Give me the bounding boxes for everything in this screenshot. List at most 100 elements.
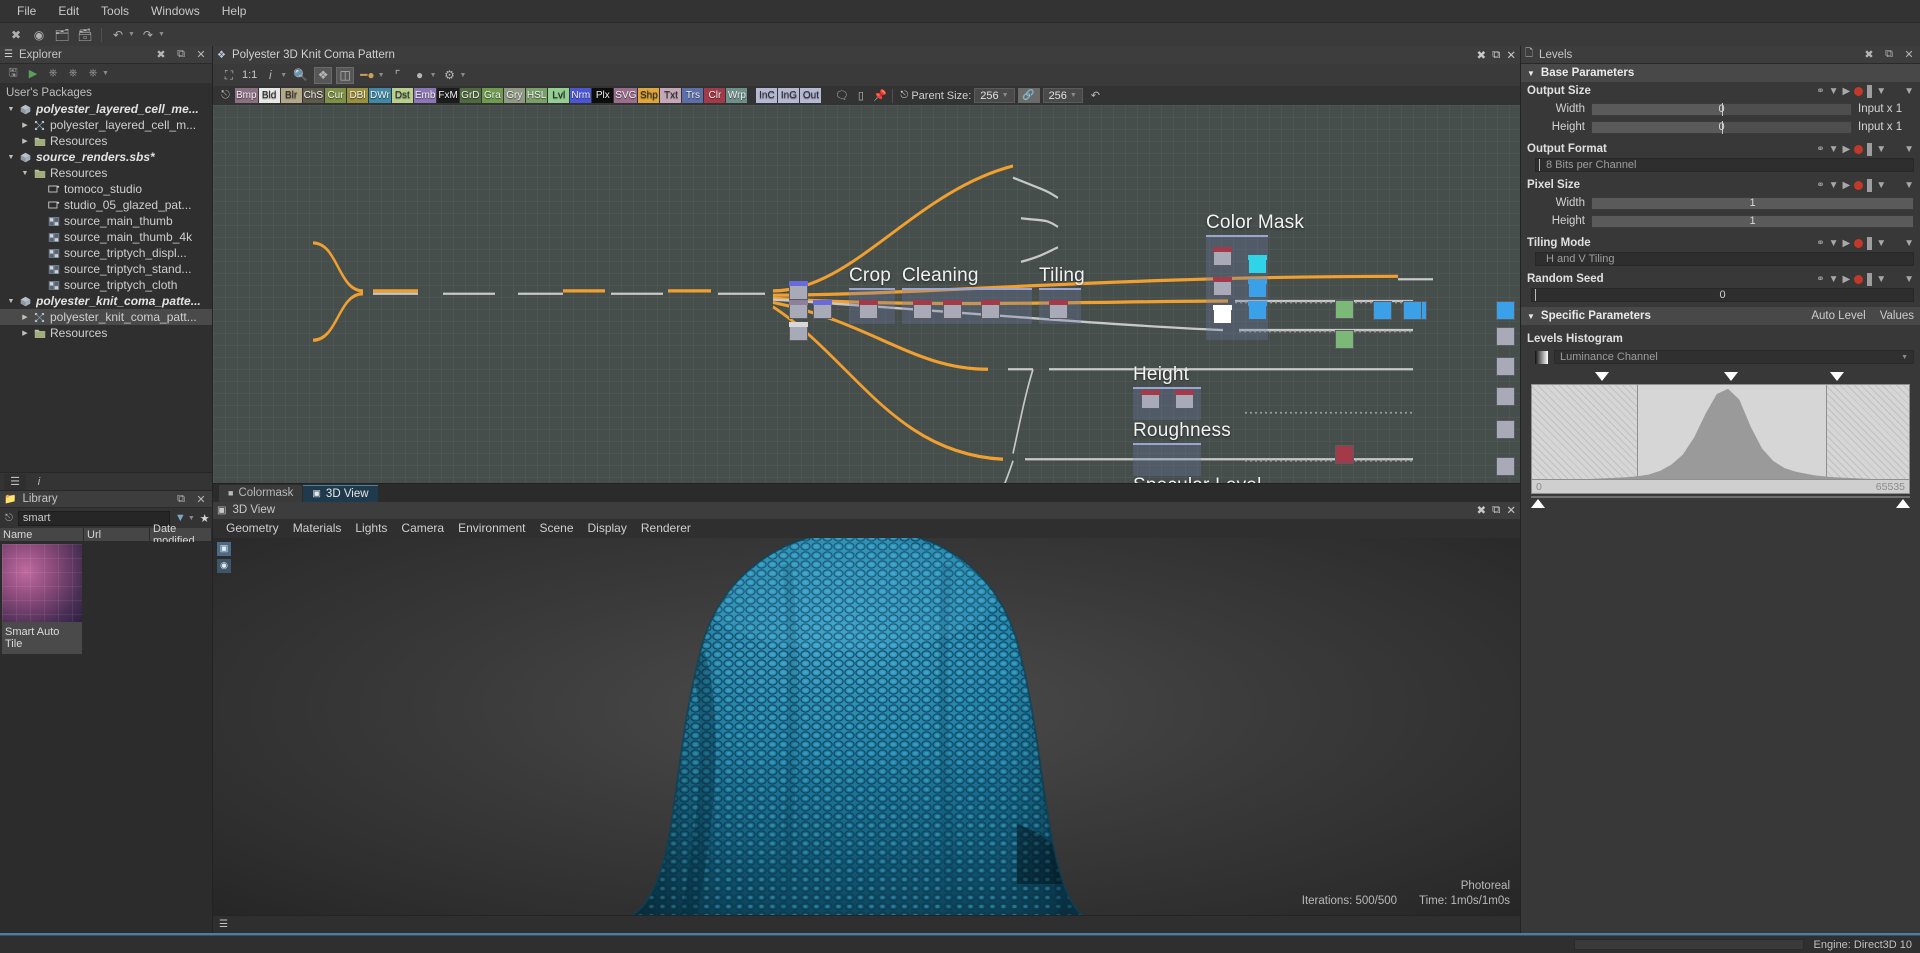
zoom-ratio-label[interactable]: 1:1: [242, 69, 257, 81]
tree-item-bitmap[interactable]: source_triptych_stand...: [0, 261, 212, 277]
tree-icon[interactable]: ☰: [219, 919, 228, 930]
chain-link-icon[interactable]: 🔗: [1018, 88, 1040, 103]
palette-node-chs[interactable]: ChS: [303, 88, 324, 103]
status-dot-icon[interactable]: [1854, 275, 1863, 284]
graph-node[interactable]: [1496, 387, 1515, 406]
palette-node-gry[interactable]: Gry: [504, 88, 525, 103]
values-button[interactable]: Values: [1880, 310, 1914, 322]
tab-info-icon[interactable]: i: [28, 474, 50, 490]
palette-node-nrm[interactable]: Nrm: [570, 88, 591, 103]
palette-node-grd[interactable]: GrD: [460, 88, 481, 103]
section-specific-parameters[interactable]: ▼ Specific Parameters Auto Level Values: [1521, 307, 1920, 325]
palette-node-blr[interactable]: Blr: [281, 88, 302, 103]
tab-colormask[interactable]: ■ Colormask: [219, 485, 302, 502]
menu-environment[interactable]: Environment: [451, 519, 532, 537]
chevron-down-icon[interactable]: ▼: [1904, 86, 1914, 97]
graph-node[interactable]: [1141, 390, 1160, 409]
output-black-marker[interactable]: [1531, 499, 1545, 508]
chevron-down-icon[interactable]: ▼: [1829, 274, 1839, 285]
palette-node-wrp[interactable]: Wrp: [726, 88, 747, 103]
bomb-caret-icon[interactable]: ▼: [430, 72, 437, 79]
pin-icon[interactable]: ✖: [1477, 48, 1487, 62]
undo-dropdown-caret-icon[interactable]: ▼: [128, 31, 135, 38]
graph-node[interactable]: [1496, 420, 1515, 439]
column-header-date[interactable]: Date modified: [150, 528, 212, 541]
chevron-down-icon[interactable]: ▼: [1904, 274, 1914, 285]
camera-icon[interactable]: ▣: [217, 542, 231, 556]
column-header-name[interactable]: Name: [0, 528, 84, 541]
graph-node[interactable]: [943, 300, 962, 319]
chevron-down-icon[interactable]: ▼: [1876, 238, 1886, 249]
menu-camera[interactable]: Camera: [394, 519, 451, 537]
properties-scroll[interactable]: ▼ Base Parameters Output Size ⚭ ▼ ▶ ▼ ▼: [1521, 64, 1920, 933]
play-icon[interactable]: ▶: [1842, 274, 1850, 285]
menu-tools[interactable]: Tools: [90, 1, 140, 21]
chevron-right-icon[interactable]: ▶: [18, 121, 32, 129]
palette-node-out[interactable]: Out: [800, 88, 821, 103]
menu-renderer[interactable]: Renderer: [634, 519, 698, 537]
palette-node-inc[interactable]: InC: [756, 88, 777, 103]
graph-node[interactable]: [1213, 277, 1232, 296]
tree-item-graph[interactable]: ▶polyester_knit_coma_patt...: [0, 309, 212, 325]
float-icon[interactable]: ⧉: [1882, 48, 1896, 62]
palette-node-hsl[interactable]: HSL: [526, 88, 547, 103]
menu-materials[interactable]: Materials: [286, 519, 349, 537]
tree-item-bitmap[interactable]: source_main_thumb: [0, 213, 212, 229]
graph-node[interactable]: [1248, 255, 1267, 274]
menu-scene[interactable]: Scene: [532, 519, 580, 537]
graph-node[interactable]: [1248, 279, 1267, 298]
tree-item-package[interactable]: ▼polyester_layered_cell_me...: [0, 101, 212, 117]
palette-node-plx[interactable]: Plx: [592, 88, 613, 103]
palette-expand-icon[interactable]: ⎋: [216, 88, 235, 103]
globe-icon[interactable]: ◉: [29, 26, 49, 44]
explorer-more-caret-icon[interactable]: ▼: [102, 70, 109, 77]
function-icon[interactable]: ⚭: [1816, 86, 1824, 97]
fit-icon[interactable]: ⛶: [220, 67, 238, 84]
parent-size-height-select[interactable]: 256 ▼: [1043, 88, 1083, 103]
gear-caret-icon[interactable]: ▼: [460, 72, 467, 79]
connector-icon[interactable]: ━●: [358, 67, 376, 84]
play-icon[interactable]: ▶: [1842, 180, 1850, 191]
chevron-down-icon[interactable]: ▼: [1829, 144, 1839, 155]
graph-node[interactable]: [1403, 301, 1422, 320]
output-white-marker[interactable]: [1896, 499, 1910, 508]
close-icon[interactable]: ✕: [1902, 48, 1916, 62]
palette-node-dbl[interactable]: DBl: [347, 88, 368, 103]
graph-node[interactable]: [1496, 457, 1515, 476]
menu-edit[interactable]: Edit: [47, 1, 90, 21]
tree-item-package[interactable]: ▼source_renders.sbs*: [0, 149, 212, 165]
tab-3d-view[interactable]: ▣ 3D View: [303, 485, 377, 502]
graph-node[interactable]: [789, 322, 808, 341]
graph-node[interactable]: [1248, 301, 1267, 320]
graph-node[interactable]: [1496, 327, 1515, 346]
link2-icon[interactable]: ⎈: [65, 66, 81, 81]
float-icon[interactable]: ⧉: [1492, 504, 1500, 517]
menu-file[interactable]: File: [6, 1, 47, 21]
levels-histogram-widget[interactable]: 0 65535: [1531, 372, 1910, 508]
graph-node[interactable]: [813, 300, 832, 319]
close-icon[interactable]: ✕: [1506, 48, 1516, 62]
pixel-height-slider[interactable]: 1: [1591, 215, 1914, 228]
parent-size-width-select[interactable]: 256 ▼: [974, 88, 1014, 103]
list-item[interactable]: Smart Auto Tile: [2, 544, 82, 654]
undo-icon[interactable]: ↶: [108, 26, 128, 44]
palette-node-dst[interactable]: Dst: [392, 88, 413, 103]
chevron-down-icon[interactable]: ▼: [4, 154, 18, 161]
tree-item-bitmap[interactable]: source_main_thumb_4k: [0, 229, 212, 245]
zoom-icon[interactable]: 🔍: [291, 67, 310, 84]
explorer-tree[interactable]: User's Packages ▼polyester_layered_cell_…: [0, 83, 212, 472]
graph-node[interactable]: [1213, 247, 1232, 266]
graph-node[interactable]: [1335, 445, 1354, 464]
graph-node[interactable]: [1496, 301, 1515, 320]
pin-icon[interactable]: 📌: [870, 88, 889, 103]
histogram-plot[interactable]: [1531, 384, 1910, 480]
save-icon[interactable]: 🖫: [5, 66, 21, 81]
palette-node-shp[interactable]: Shp: [638, 88, 659, 103]
chevron-down-icon[interactable]: ▼: [18, 170, 32, 177]
chevron-down-icon[interactable]: ▼: [1904, 180, 1914, 191]
library-scope-icon[interactable]: ⎋: [5, 513, 13, 524]
palette-node-trs[interactable]: Trs: [682, 88, 703, 103]
search-input[interactable]: [18, 511, 170, 526]
chevron-down-icon[interactable]: ▼: [1829, 86, 1839, 97]
channel-select[interactable]: Luminance Channel ▼: [1554, 350, 1914, 364]
